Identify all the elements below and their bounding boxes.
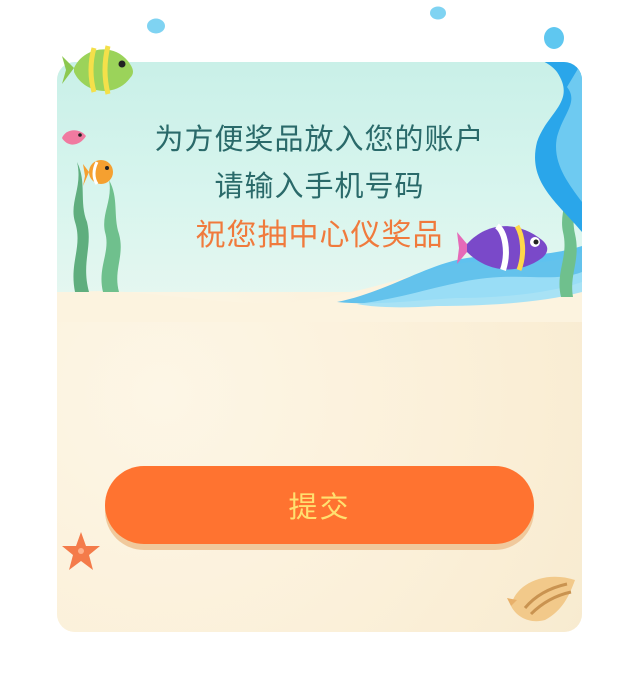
water-drop-icon bbox=[147, 18, 165, 34]
water-drop-icon bbox=[430, 6, 446, 20]
tropical-fish-icon bbox=[62, 45, 133, 95]
prompt-line-1: 为方便奖品放入您的账户 bbox=[154, 122, 485, 156]
submit-button[interactable]: 提交 bbox=[105, 466, 534, 544]
prompt-line-2: 请输入手机号码 bbox=[214, 169, 425, 203]
prize-phone-form: 为方便奖品放入您的账户 请输入手机号码 祝您抽中心仪奖品 提交 bbox=[0, 0, 638, 691]
sand-background bbox=[57, 292, 582, 632]
starfish-icon bbox=[62, 532, 100, 570]
seashell-icon bbox=[507, 576, 575, 622]
prompt-line-3: 祝您抽中心仪奖品 bbox=[195, 218, 444, 253]
water-drop-icon bbox=[544, 27, 564, 49]
